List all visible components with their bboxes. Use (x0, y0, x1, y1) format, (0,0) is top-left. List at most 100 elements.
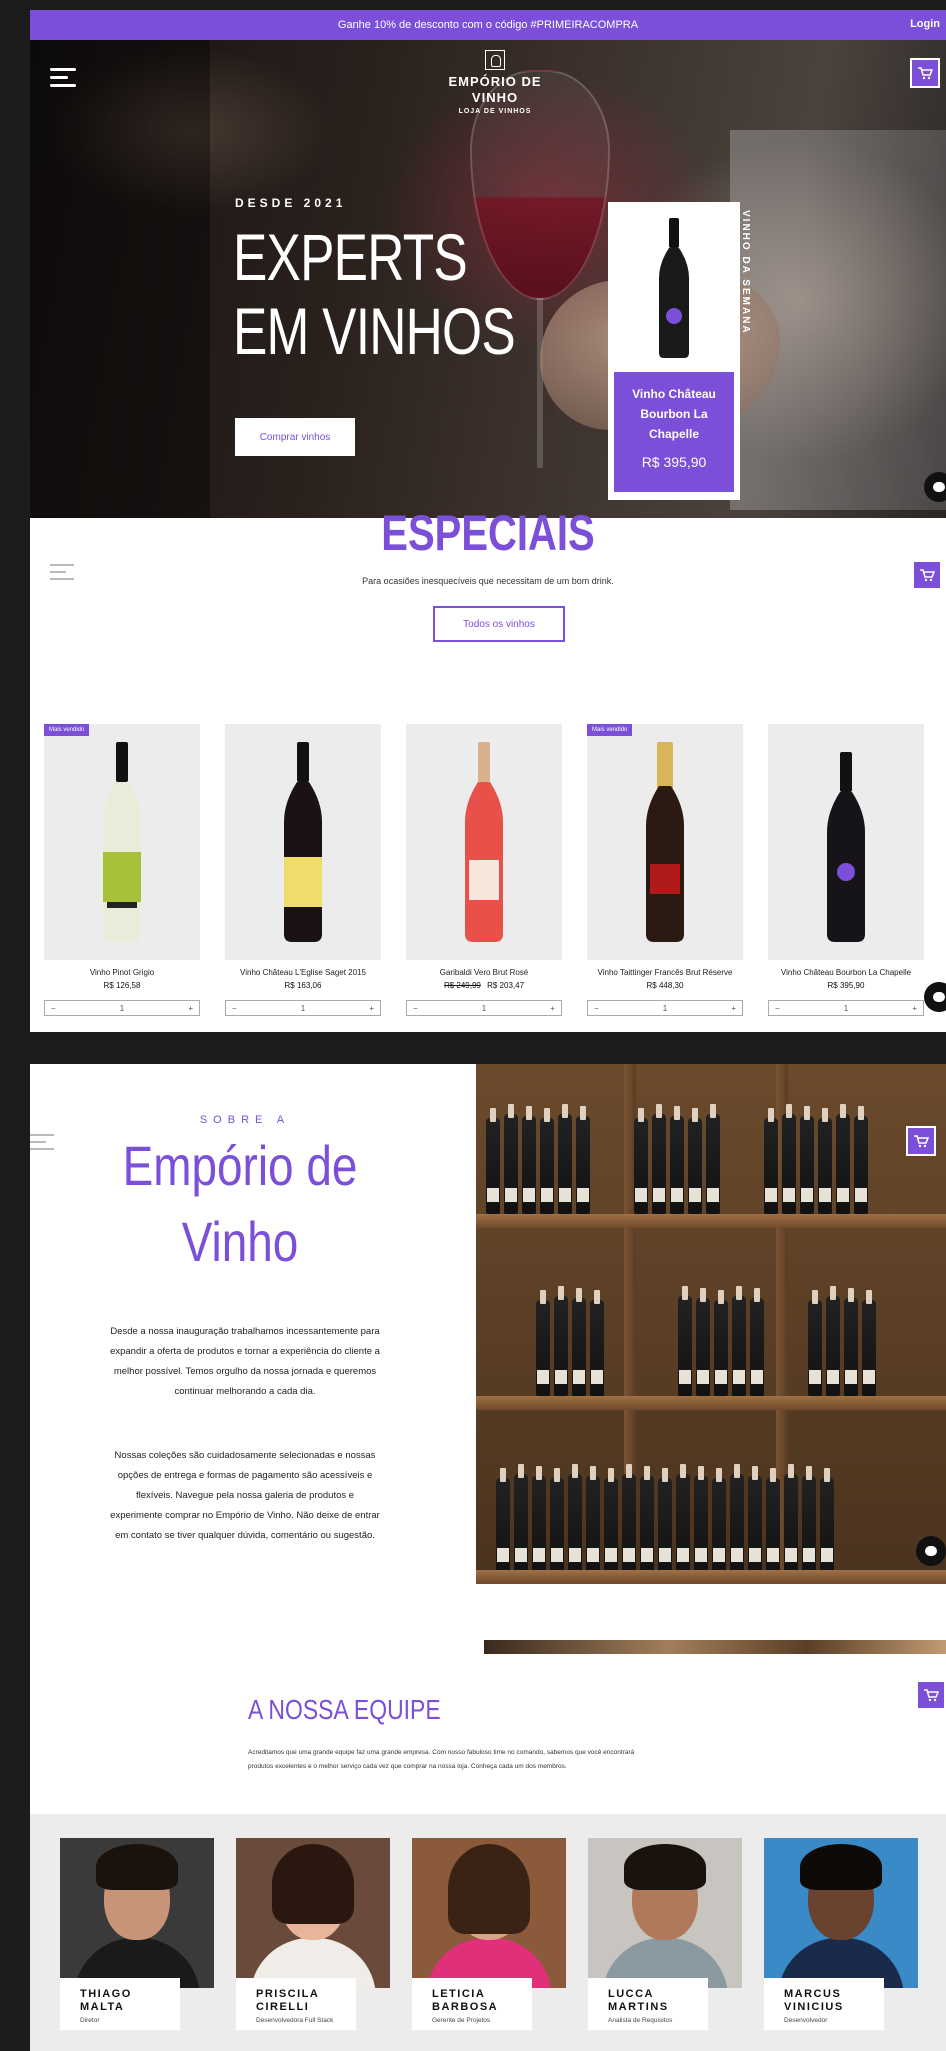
member-name: LETICIA (432, 1988, 486, 2000)
member-name-line2: VINICIUS (784, 2001, 844, 2013)
plus-icon[interactable]: + (731, 1004, 736, 1013)
product-card[interactable]: Vinho Château L'Eglise Saget 2015 R$ 163… (225, 724, 381, 1016)
about-title-line2: Vinho (181, 1210, 299, 1273)
about-eyebrow: SOBRE A (199, 1114, 291, 1126)
product-name: Vinho Château Bourbon La Chapelle (780, 968, 912, 977)
cart-icon[interactable] (910, 58, 940, 88)
quantity-value[interactable]: 1 (482, 1004, 486, 1013)
wine-of-week-name: Vinho Château Bourbon La Chapelle (632, 387, 716, 441)
quantity-stepper[interactable]: − 1 + (225, 1000, 381, 1016)
team-member-card: MARCUS VINICIUS Desenvolvedor (764, 1838, 918, 2030)
member-name: PRISCILA (256, 1988, 320, 2000)
plus-icon[interactable]: + (912, 1004, 917, 1013)
team-members: THIAGO MALTA Diretor PRISCILA CIRELLI De… (30, 1814, 946, 2051)
best-seller-badge: Mais vendido (587, 724, 633, 736)
team-description: Acreditamos que uma grande equipe faz um… (248, 1749, 635, 1770)
product-name: Vinho Pinot Grigio (89, 968, 155, 977)
team-member-card: THIAGO MALTA Diretor (60, 1838, 214, 2030)
about-screenshot: SOBRE A Empório de Vinho Desde a nossa i… (30, 1064, 946, 2051)
quantity-stepper[interactable]: − 1 + (406, 1000, 562, 1016)
member-name: LUCCA (608, 1988, 654, 2000)
quantity-stepper[interactable]: − 1 + (587, 1000, 743, 1016)
plus-icon[interactable]: + (550, 1004, 555, 1013)
hero-title-line2: EM VINHOS (233, 294, 516, 368)
product-price: R$ 448,30 (587, 981, 743, 990)
product-name: Garibaldi Vero Brut Rosé (439, 968, 529, 977)
minus-icon[interactable]: − (51, 1004, 56, 1013)
product-card[interactable]: Mais vendido Vinho Pinot Grigio R$ 126,5… (44, 724, 200, 1016)
minus-icon[interactable]: − (232, 1004, 237, 1013)
shop-wines-button[interactable]: Comprar vinhos (235, 418, 355, 456)
product-card[interactable]: Garibaldi Vero Brut Rosé R$ 249,99 R$ 20… (406, 724, 562, 1016)
brand-tagline: LOJA DE VINHOS (458, 108, 532, 115)
hero-eyebrow: DESDE 2021 (235, 196, 347, 210)
especiais-title: ESPECIAIS (381, 505, 595, 561)
quantity-value[interactable]: 1 (844, 1004, 848, 1013)
member-role: Desenvolvedor (784, 2017, 828, 2024)
product-image (768, 724, 924, 960)
especiais-subtitle: Para ocasiões inesquecíveis que necessit… (362, 576, 614, 586)
quantity-value[interactable]: 1 (301, 1004, 305, 1013)
login-link[interactable]: Login (910, 18, 940, 30)
product-list: Mais vendido Vinho Pinot Grigio R$ 126,5… (30, 724, 946, 1032)
team-title: A NOSSA EQUIPE (248, 1694, 441, 1725)
hero-section: EMPÓRIO DE VINHO LOJA DE VINHOS DESDE 20… (30, 40, 946, 518)
member-name: MARCUS (784, 1988, 842, 2000)
member-name-line2: BARBOSA (432, 2001, 499, 2013)
wine-cellar-photo (476, 1064, 946, 1584)
product-card[interactable]: Vinho Château Bourbon La Chapelle R$ 395… (768, 724, 924, 1016)
product-card[interactable]: Mais vendido Vinho Taittinger Francês Br… (587, 724, 743, 1016)
product-price: R$ 395,90 (768, 981, 924, 990)
member-role: Diretor (80, 2017, 100, 2024)
home-screenshot: Ganhe 10% de desconto com o código #PRIM… (30, 10, 946, 1032)
team-member-card: PRISCILA CIRELLI Desenvolvedora Full Sta… (236, 1838, 390, 2030)
about-paragraph-1: Desde a nossa inauguração trabalhamos in… (110, 1326, 380, 1397)
side-menu-lines[interactable] (30, 1134, 54, 1155)
avatar (764, 1838, 918, 1988)
about-title-line1: Empório de (122, 1134, 358, 1197)
chat-icon[interactable] (924, 472, 946, 502)
product-image: Mais vendido (587, 724, 743, 960)
product-price-value: R$ 203,47 (487, 981, 525, 990)
product-old-price: R$ 249,99 (443, 981, 481, 990)
team-member-card: LETICIA BARBOSA Gerente de Projetos (412, 1838, 566, 2030)
member-name: THIAGO MALTA (80, 1988, 132, 2013)
brand-line1: EMPÓRIO DE (448, 74, 542, 89)
avatar (588, 1838, 742, 1988)
minus-icon[interactable]: − (413, 1004, 418, 1013)
promo-text: Ganhe 10% de desconto com o código #PRIM… (337, 19, 639, 31)
quantity-value[interactable]: 1 (663, 1004, 667, 1013)
about-title: Empório de Vinho (117, 1128, 363, 1280)
plus-icon[interactable]: + (369, 1004, 374, 1013)
brand-logo[interactable]: EMPÓRIO DE VINHO LOJA DE VINHOS (435, 50, 555, 115)
member-role: Analista de Requisitos (608, 2017, 673, 2024)
product-image (225, 724, 381, 960)
champagne-bottle-icon (646, 742, 684, 942)
member-role: Gerente de Projetos (432, 2017, 491, 2024)
cart-icon[interactable] (916, 1680, 946, 1710)
wine-bottle-icon (659, 218, 689, 358)
red-wine-bottle-icon (284, 742, 322, 942)
wine-of-week-card[interactable]: Vinho Château Bourbon La Chapelle R$ 395… (608, 202, 740, 500)
minus-icon[interactable]: − (775, 1004, 780, 1013)
quantity-stepper[interactable]: − 1 + (768, 1000, 924, 1016)
rose-wine-bottle-icon (465, 742, 503, 942)
product-name: Vinho Taittinger Francês Brut Réserve (597, 968, 733, 977)
plus-icon[interactable]: + (188, 1004, 193, 1013)
wine-of-week-price: R$ 395,90 (641, 454, 707, 470)
menu-icon[interactable] (50, 68, 76, 88)
wine-of-week-info: Vinho Château Bourbon La Chapelle R$ 395… (614, 372, 734, 492)
chat-icon[interactable] (916, 1536, 946, 1566)
chat-icon[interactable] (924, 982, 946, 1012)
avatar (236, 1838, 390, 1988)
all-wines-button[interactable]: Todos os vinhos (433, 606, 565, 642)
wine-of-week-image (614, 208, 734, 368)
member-name-line2: MARTINS (608, 2001, 669, 2013)
minus-icon[interactable]: − (594, 1004, 599, 1013)
brand-line2: VINHO (471, 90, 519, 105)
quantity-stepper[interactable]: − 1 + (44, 1000, 200, 1016)
product-price-value: R$ 126,58 (103, 981, 141, 990)
white-wine-bottle-icon (103, 742, 141, 942)
cart-icon[interactable] (906, 1126, 936, 1156)
quantity-value[interactable]: 1 (120, 1004, 124, 1013)
